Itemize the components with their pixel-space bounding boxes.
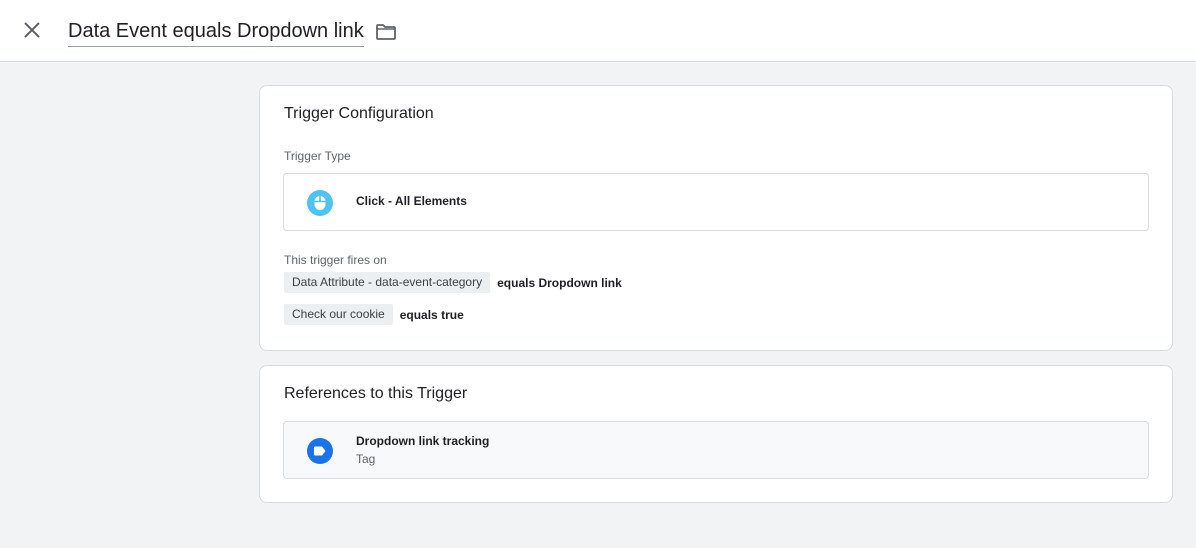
folder-icon[interactable] bbox=[372, 18, 400, 46]
card-title: References to this Trigger bbox=[284, 385, 468, 402]
trigger-name-field[interactable]: Data Event equals Dropdown link bbox=[68, 19, 364, 47]
condition-operator-value: equals Dropdown link bbox=[497, 275, 622, 290]
mouse-icon bbox=[307, 190, 333, 216]
card-title: Trigger Configuration bbox=[284, 105, 434, 122]
top-bar: Data Event equals Dropdown link bbox=[0, 0, 1196, 62]
fires-on-label: This trigger fires on bbox=[284, 253, 387, 267]
condition-variable-chip: Check our cookie bbox=[284, 304, 393, 325]
close-icon[interactable] bbox=[16, 14, 48, 46]
trigger-type-selector[interactable]: Click - All Elements bbox=[283, 173, 1149, 231]
condition-row: Data Attribute - data-event-category equ… bbox=[284, 272, 622, 293]
tag-icon bbox=[307, 438, 333, 464]
reference-name: Dropdown link tracking bbox=[356, 434, 490, 448]
reference-item[interactable]: Dropdown link tracking Tag bbox=[283, 421, 1149, 479]
references-card: References to this Trigger Dropdown link… bbox=[259, 365, 1173, 503]
trigger-type-label: Trigger Type bbox=[284, 149, 351, 163]
condition-variable-chip: Data Attribute - data-event-category bbox=[284, 272, 491, 293]
condition-row: Check our cookie equals true bbox=[284, 304, 464, 325]
reference-type: Tag bbox=[356, 452, 376, 466]
trigger-configuration-card: Trigger Configuration Trigger Type Click… bbox=[259, 85, 1173, 351]
trigger-type-name: Click - All Elements bbox=[356, 194, 467, 208]
condition-operator-value: equals true bbox=[399, 307, 464, 322]
